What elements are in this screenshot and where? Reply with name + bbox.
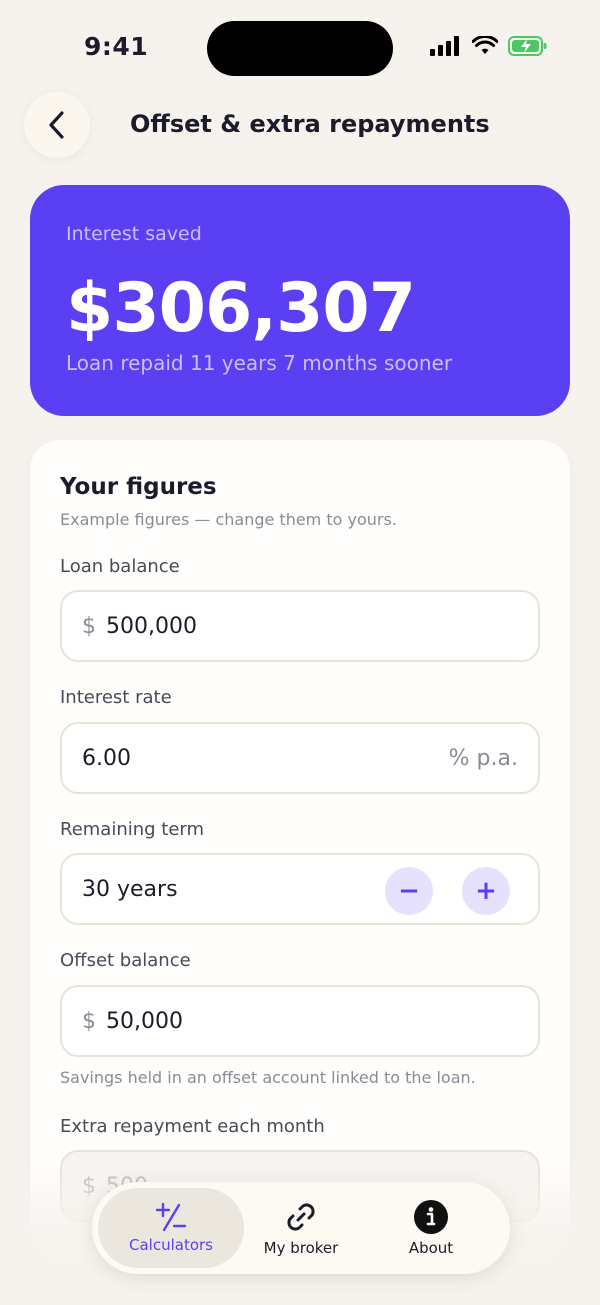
figures-subtitle: Example figures — change them to yours. (60, 510, 397, 529)
remaining-term-value: 30 years (82, 876, 178, 902)
figures-card: Your figures Example figures — change th… (30, 440, 570, 1260)
status-bar: 9:41 (0, 0, 600, 96)
tab-label: My broker (263, 1239, 339, 1257)
tab-about[interactable]: About (358, 1188, 504, 1268)
remaining-term-stepper: 30 years − + (60, 853, 540, 925)
interest-saved-value: $306,307 (66, 269, 416, 348)
page-title: Offset & extra repayments (130, 110, 490, 138)
tab-my-broker[interactable]: My broker (228, 1188, 374, 1268)
loan-balance-label: Loan balance (60, 556, 180, 577)
offset-balance-field[interactable]: $ 50,000 (60, 985, 540, 1057)
tab-label: Calculators (129, 1236, 213, 1254)
interest-rate-field[interactable]: 6.00 % p.a. (60, 722, 540, 794)
interest-rate-suffix: % p.a. (448, 745, 518, 771)
interest-saved-card: Interest saved $306,307 Loan repaid 11 y… (30, 185, 570, 416)
back-button[interactable] (24, 92, 90, 158)
wifi-icon (472, 36, 498, 54)
status-time: 9:41 (84, 32, 149, 61)
extra-repayment-label: Extra repayment each month (60, 1116, 325, 1137)
increase-term-button[interactable]: + (462, 867, 510, 915)
battery-icon (508, 36, 547, 56)
signal-icon (430, 36, 459, 56)
interest-rate-value: 6.00 (82, 745, 131, 771)
plus-minus-icon (155, 1202, 187, 1232)
tab-label: About (408, 1239, 454, 1257)
currency-prefix: $ (82, 613, 96, 639)
tab-bar: Calculators My broker About (92, 1182, 510, 1274)
offset-balance-label: Offset balance (60, 950, 191, 971)
offset-balance-hint: Savings held in an offset account linked… (60, 1068, 476, 1087)
offset-balance-value: 50,000 (106, 1008, 183, 1034)
interest-saved-label: Interest saved (66, 223, 202, 245)
tab-calculators[interactable]: Calculators (98, 1188, 244, 1268)
remaining-term-label: Remaining term (60, 819, 205, 840)
decrease-term-button[interactable]: − (385, 867, 433, 915)
chevron-left-icon (49, 111, 64, 139)
loan-balance-value: 500,000 (106, 613, 197, 639)
loan-balance-field[interactable]: $ 500,000 (60, 590, 540, 662)
link-icon (287, 1203, 315, 1231)
minus-icon: − (398, 876, 420, 906)
header: Offset & extra repayments (0, 92, 600, 162)
currency-prefix: $ (82, 1008, 96, 1034)
loan-repaid-sooner-text: Loan repaid 11 years 7 months sooner (66, 351, 453, 375)
interest-rate-label: Interest rate (60, 687, 172, 708)
plus-icon: + (475, 876, 497, 906)
figures-title: Your figures (60, 474, 217, 500)
status-icons (430, 36, 548, 56)
dynamic-island (207, 21, 393, 76)
info-icon (414, 1200, 448, 1234)
